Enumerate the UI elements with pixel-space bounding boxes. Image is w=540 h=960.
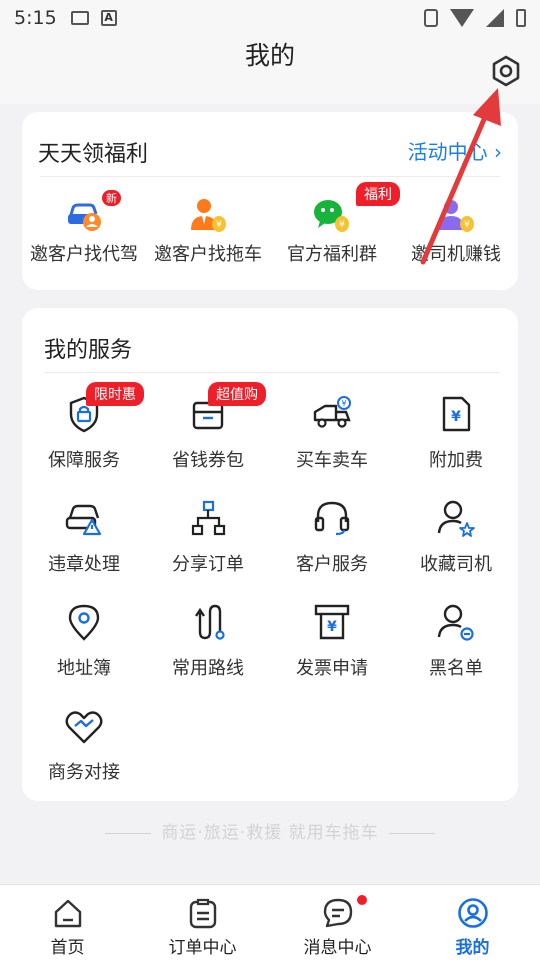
service-label: 商务对接 xyxy=(48,762,120,783)
tab-messages[interactable]: 消息中心 xyxy=(270,885,405,960)
home-icon xyxy=(54,899,82,928)
tab-label: 消息中心 xyxy=(303,938,372,958)
status-bar: 5:15 A xyxy=(0,0,540,36)
svg-text:¥: ¥ xyxy=(464,220,470,230)
divider xyxy=(40,176,500,177)
new-badge: 新 xyxy=(102,190,121,206)
limited-offer-badge: 限时惠 xyxy=(86,382,144,406)
service-common-routes[interactable]: 常用路线 xyxy=(146,602,270,702)
service-label: 买车卖车 xyxy=(296,450,368,471)
slogan-line-right xyxy=(389,832,436,834)
service-buy-sell-car[interactable]: ¥ 买车卖车 xyxy=(270,394,394,494)
service-blacklist[interactable]: 黑名单 xyxy=(394,602,518,702)
svg-text:¥: ¥ xyxy=(451,409,461,425)
handshake-heart-icon xyxy=(65,711,103,744)
status-time: 5:15 xyxy=(14,7,57,29)
svg-text:¥: ¥ xyxy=(339,220,345,230)
service-violations[interactable]: 违章处理 xyxy=(22,498,146,598)
welfare-item-official-group[interactable]: ¥ 福利 官方福利群 xyxy=(270,182,400,282)
svg-text:¥: ¥ xyxy=(216,220,222,230)
tab-label: 首页 xyxy=(50,938,85,958)
activity-center-label: 活动中心 xyxy=(407,140,488,164)
image-icon xyxy=(70,11,89,25)
slogan-line-left xyxy=(104,832,151,834)
welfare-title: 天天领福利 xyxy=(38,142,149,167)
service-customer-service[interactable]: 客户服务 xyxy=(270,498,394,598)
service-favorite-drivers[interactable]: 收藏司机 xyxy=(394,498,518,598)
page-header: 我的 xyxy=(0,36,540,104)
tab-home[interactable]: 首页 xyxy=(0,885,135,960)
chevron-right-icon: › xyxy=(494,140,502,164)
notification-a-icon: A xyxy=(100,10,117,26)
welfare-item-label: 邀客户找代驾 xyxy=(30,244,138,265)
unread-dot xyxy=(357,895,367,905)
wechat-group-icon: ¥ xyxy=(314,200,349,232)
tab-label: 我的 xyxy=(455,938,490,958)
person-block-icon xyxy=(437,604,474,641)
service-label: 分享订单 xyxy=(172,554,244,575)
welfare-item-invite-driver[interactable]: ¥ 邀司机赚钱 xyxy=(394,186,518,282)
welfare-row: 新 邀客户找代驾 ¥ 邀客户找拖车 ¥ 福利 官方福利群 ¥ 邀司机赚钱 xyxy=(22,182,518,282)
svg-text:¥: ¥ xyxy=(327,619,337,635)
profile-icon xyxy=(458,898,488,928)
service-label: 地址簿 xyxy=(57,658,111,679)
service-label: 客户服务 xyxy=(296,554,368,575)
headset-icon xyxy=(314,501,350,536)
service-protection[interactable]: 限时惠 保障服务 xyxy=(22,382,146,494)
car-warning-icon xyxy=(65,504,102,536)
service-label: 黑名单 xyxy=(429,658,483,679)
services-title: 我的服务 xyxy=(44,338,133,363)
tab-mine[interactable]: 我的 xyxy=(405,885,540,960)
svg-text:¥: ¥ xyxy=(341,399,346,408)
person-star-icon xyxy=(437,500,475,537)
service-label: 保障服务 xyxy=(48,450,120,471)
tab-orders[interactable]: 订单中心 xyxy=(135,885,270,960)
service-address-book[interactable]: 地址簿 xyxy=(22,602,146,702)
service-surcharge[interactable]: ¥ 附加费 xyxy=(394,394,518,494)
service-label: 省钱券包 xyxy=(172,450,244,471)
driver-money-icon: ¥ xyxy=(438,200,474,232)
wifi-icon xyxy=(450,9,474,27)
settings-icon[interactable] xyxy=(490,55,522,87)
battery-icon xyxy=(516,9,526,27)
invoice-icon: ¥ xyxy=(314,604,350,640)
tab-label: 订单中心 xyxy=(168,938,237,958)
service-share-order[interactable]: 分享订单 xyxy=(146,498,270,598)
tow-truck-money-icon: ¥ xyxy=(313,396,351,428)
service-business[interactable]: 商务对接 xyxy=(22,706,146,806)
vibrate-icon xyxy=(424,9,438,27)
share-tree-icon xyxy=(191,500,226,536)
order-list-icon xyxy=(189,898,217,929)
person-money-icon: ¥ xyxy=(191,199,226,232)
welfare-item-invite-driver-service[interactable]: 新 邀客户找代驾 xyxy=(22,186,146,282)
document-yuan-icon: ¥ xyxy=(442,396,471,432)
welfare-card: 天天领福利 活动中心 › 新 邀客户找代驾 ¥ 邀客户找拖车 ¥ 福利 官方福利… xyxy=(22,112,518,290)
service-label: 附加费 xyxy=(429,450,483,471)
welfare-item-label: 邀司机赚钱 xyxy=(411,244,501,265)
bottom-tab-bar: 首页 订单中心 消息中心 我的 xyxy=(0,884,540,960)
route-icon xyxy=(195,604,225,640)
welfare-item-label: 邀客户找拖车 xyxy=(154,244,262,265)
super-value-badge: 超值购 xyxy=(208,382,266,406)
service-invoice[interactable]: ¥ 发票申请 xyxy=(270,602,394,702)
service-label: 收藏司机 xyxy=(420,554,492,575)
slogan-text: 商运·旅运·救援 就用车拖车 xyxy=(161,823,379,843)
car-person-icon xyxy=(68,203,101,231)
service-label: 违章处理 xyxy=(48,554,120,575)
service-coupons[interactable]: 超值购 省钱券包 xyxy=(146,382,270,494)
welfare-item-invite-tow[interactable]: ¥ 邀客户找拖车 xyxy=(146,186,270,282)
chat-bubble-icon xyxy=(323,898,353,928)
location-pin-icon xyxy=(68,604,100,641)
divider xyxy=(44,372,500,373)
welfare-item-label: 官方福利群 xyxy=(287,244,377,265)
activity-center-link[interactable]: 活动中心 › xyxy=(408,136,502,165)
signal-icon xyxy=(486,9,504,27)
page-title: 我的 xyxy=(244,41,295,70)
slogan: 商运·旅运·救援 就用车拖车 xyxy=(0,818,540,843)
service-label: 发票申请 xyxy=(296,658,368,679)
services-card: 我的服务 限时惠 保障服务 超值购 省钱券包 ¥ 买车卖车 ¥ 附加费 违章处理… xyxy=(22,308,518,801)
service-label: 常用路线 xyxy=(172,658,244,679)
